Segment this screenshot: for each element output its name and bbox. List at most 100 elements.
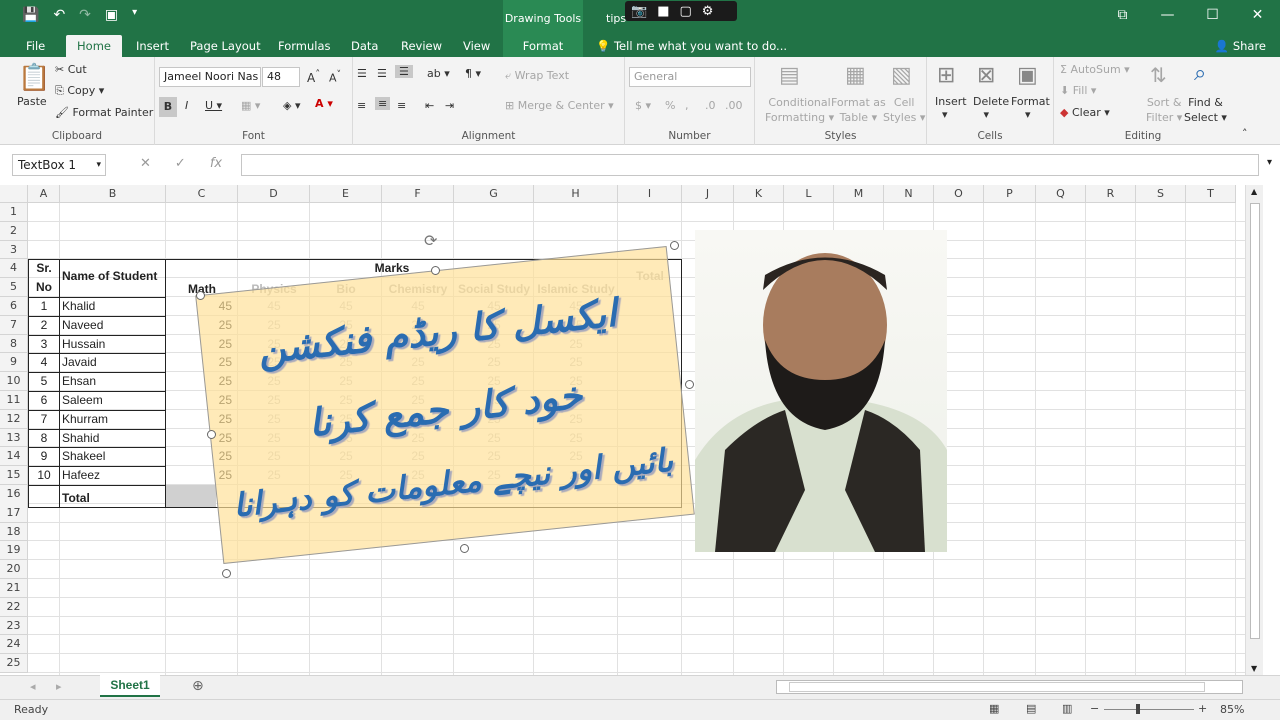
vertical-scroll-thumb[interactable] (1250, 203, 1260, 639)
paste-icon[interactable]: 📋 (18, 63, 50, 93)
undo-icon[interactable]: ↶ (53, 7, 65, 23)
row-header-19[interactable]: 19 (0, 541, 28, 561)
top-align-icon[interactable]: ☰ (357, 67, 367, 80)
ribbon-display-icon[interactable]: ⧉ (1100, 0, 1145, 30)
close-icon[interactable]: ✕ (1235, 0, 1280, 30)
cut-button[interactable]: ✂ Cut (55, 63, 87, 76)
italic-icon[interactable]: I (185, 99, 188, 112)
align-center-icon[interactable]: ≡ (375, 97, 391, 110)
horizontal-scroll-thumb[interactable] (789, 682, 1205, 692)
tell-me-box[interactable]: 💡 Tell me what you want to do... (596, 35, 787, 57)
format-as-table-button[interactable]: Format as Table ▾ (831, 95, 886, 125)
share-button[interactable]: 👤 Share (1215, 35, 1266, 57)
resize-handle-top[interactable] (431, 266, 440, 275)
scroll-down-icon[interactable]: ▼ (1251, 664, 1257, 673)
percent-icon[interactable]: % (665, 99, 675, 112)
column-header-A[interactable]: A (28, 185, 60, 203)
prev-sheet-icon[interactable]: ◂ (30, 680, 36, 693)
minimize-icon[interactable]: — (1145, 0, 1190, 30)
copy-button[interactable]: ⎘ Copy ▾ (55, 84, 104, 98)
row-header-25[interactable]: 25 (0, 654, 28, 673)
scroll-up-icon[interactable]: ▲ (1251, 187, 1257, 196)
row-header-5[interactable]: 5 (0, 278, 28, 297)
column-header-I[interactable]: I (618, 185, 682, 203)
wrap-text-button[interactable]: ⤶ Wrap Text (505, 69, 569, 83)
column-header-C[interactable]: C (166, 185, 238, 203)
urdu-textbox[interactable]: ایکسل کا ریڈم فنکشن خود کار جمع کرنا بائ… (195, 245, 695, 565)
zoom-slider[interactable] (1104, 709, 1194, 710)
zoom-level[interactable]: 85% (1220, 703, 1244, 716)
row-header-12[interactable]: 12 (0, 409, 28, 429)
column-header-E[interactable]: E (310, 185, 382, 203)
row-header-14[interactable]: 14 (0, 447, 28, 467)
borders-icon[interactable]: ▦ ▾ (241, 99, 260, 112)
resize-handle-tr[interactable] (670, 241, 679, 250)
expand-formula-icon[interactable]: ▾ (1267, 157, 1272, 168)
row-header-23[interactable]: 23 (0, 616, 28, 636)
column-header-T[interactable]: T (1186, 185, 1236, 203)
settings-gear-icon[interactable]: ⚙ (702, 4, 714, 19)
rotate-handle-icon[interactable]: ⟳ (424, 231, 437, 250)
insert-button[interactable]: Insert ▾ (935, 95, 967, 121)
number-format-select[interactable]: General (629, 67, 751, 87)
conditional-formatting-button[interactable]: Conditional Formatting ▾ (765, 95, 834, 125)
fill-button[interactable]: ⬇ Fill ▾ (1060, 84, 1096, 97)
window-icon[interactable]: ▢ (679, 4, 691, 19)
row-header-3[interactable]: 3 (0, 240, 28, 260)
enter-icon[interactable]: ✓ (175, 156, 186, 171)
presenter-photo[interactable] (695, 230, 947, 552)
column-header-D[interactable]: D (238, 185, 310, 203)
resize-handle-right[interactable] (685, 380, 694, 389)
column-header-M[interactable]: M (834, 185, 884, 203)
tab-file[interactable]: File (20, 35, 51, 57)
currency-icon[interactable]: $ ▾ (635, 99, 651, 112)
font-name-select[interactable]: Jameel Noori Nas (159, 67, 261, 87)
increase-decimal-icon[interactable]: .0 (705, 99, 716, 112)
print-preview-icon[interactable]: ▣ (105, 7, 118, 23)
zoom-out-icon[interactable]: − (1090, 702, 1099, 715)
row-header-18[interactable]: 18 (0, 522, 28, 542)
font-size-select[interactable]: 48 (262, 67, 300, 87)
cancel-icon[interactable]: ✕ (140, 156, 151, 171)
collapse-ribbon-icon[interactable]: ˄ (1242, 127, 1248, 140)
column-header-L[interactable]: L (784, 185, 834, 203)
column-header-N[interactable]: N (884, 185, 934, 203)
cell-styles-button[interactable]: Cell Styles ▾ (883, 95, 925, 125)
align-right-icon[interactable]: ≡ (397, 99, 406, 112)
column-header-S[interactable]: S (1136, 185, 1186, 203)
page-layout-view-icon[interactable]: ▤ (1026, 702, 1036, 715)
decrease-indent-icon[interactable]: ⇤ (425, 99, 434, 112)
orientation-icon[interactable]: ab ▾ (427, 67, 450, 80)
paste-button[interactable]: Paste (17, 95, 47, 108)
row-header-22[interactable]: 22 (0, 597, 28, 617)
underline-icon[interactable]: U ▾ (205, 99, 222, 112)
tab-home[interactable]: Home (66, 35, 122, 57)
format-button[interactable]: Format ▾ (1011, 95, 1050, 121)
shrink-font-icon[interactable]: A˅ (329, 69, 341, 85)
align-left-icon[interactable]: ≡ (357, 99, 366, 112)
resize-handle-left[interactable] (207, 430, 216, 439)
resize-handle-tl[interactable] (196, 291, 205, 300)
merge-center-button[interactable]: ⊞ Merge & Center ▾ (505, 99, 614, 112)
format-painter-button[interactable]: 🖌 Format Painter (55, 106, 153, 119)
maximize-icon[interactable]: ☐ (1190, 0, 1235, 30)
row-header-17[interactable]: 17 (0, 503, 28, 523)
find-select-button[interactable]: Find & Select ▾ (1184, 95, 1227, 125)
video-icon[interactable]: ■ (657, 4, 669, 19)
zoom-in-icon[interactable]: + (1198, 702, 1207, 715)
bold-icon[interactable]: B (159, 97, 177, 117)
column-header-J[interactable]: J (682, 185, 734, 203)
camera-icon[interactable]: 📷 (631, 4, 647, 19)
row-header-8[interactable]: 8 (0, 334, 28, 354)
increase-indent-icon[interactable]: ⇥ (445, 99, 454, 112)
select-all-corner[interactable] (0, 185, 28, 203)
row-header-24[interactable]: 24 (0, 635, 28, 655)
column-header-G[interactable]: G (454, 185, 534, 203)
row-header-7[interactable]: 7 (0, 315, 28, 335)
zoom-slider-thumb[interactable] (1136, 704, 1140, 714)
row-header-20[interactable]: 20 (0, 560, 28, 579)
comma-icon[interactable]: , (685, 99, 689, 112)
fill-color-icon[interactable]: ◈ ▾ (283, 99, 300, 112)
next-sheet-icon[interactable]: ▸ (56, 680, 62, 693)
tab-format[interactable]: Format (503, 35, 583, 57)
